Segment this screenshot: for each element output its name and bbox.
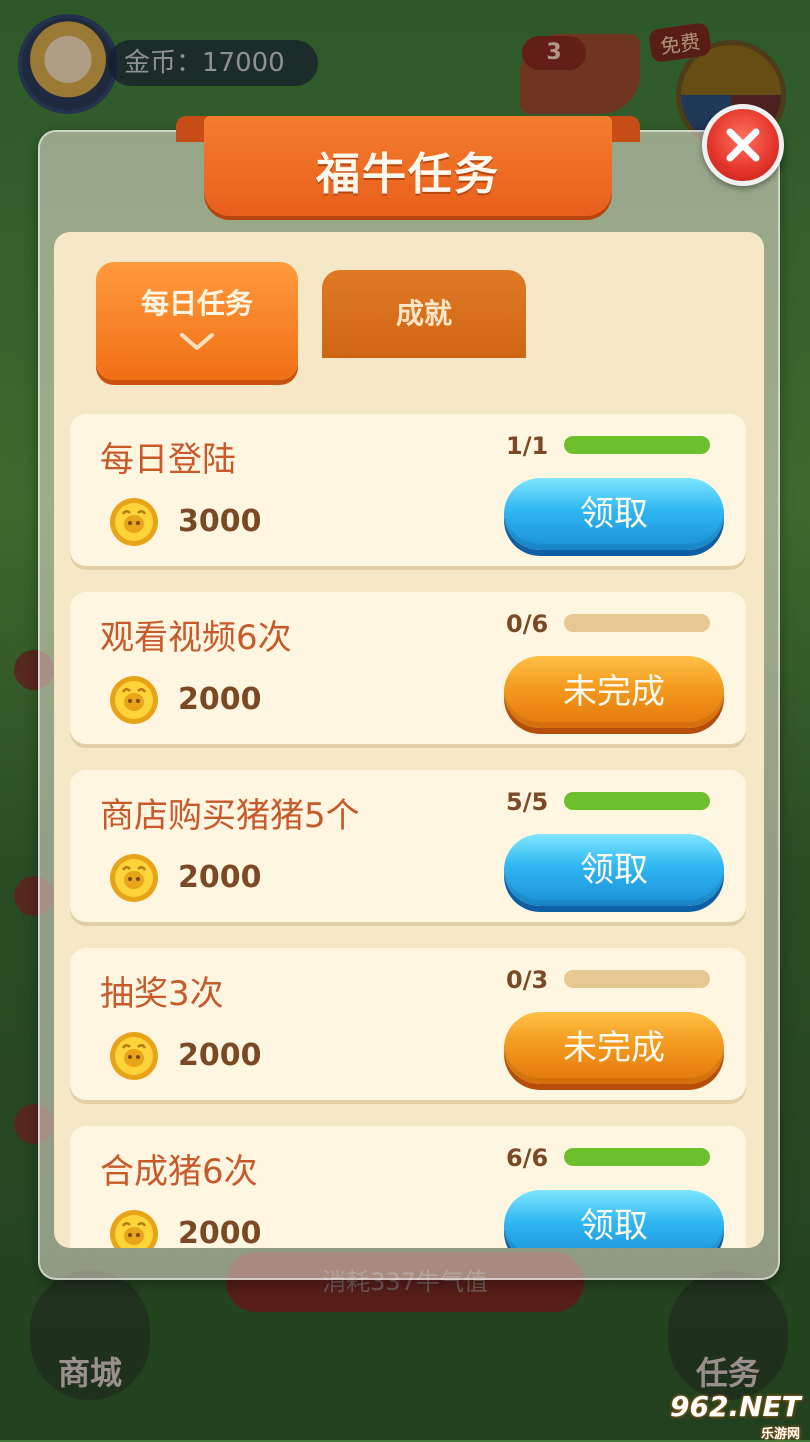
progress-fill	[564, 436, 710, 454]
progress-text: 1/1	[506, 432, 549, 460]
task-title: 抽奖3次	[100, 974, 224, 1014]
title-ribbon: 福牛任务	[176, 116, 640, 218]
task-title: 商店购买猪猪5个	[100, 796, 360, 836]
tab-daily-tasks[interactable]: 每日任务	[96, 262, 298, 380]
chevron-down-icon	[180, 333, 214, 350]
claim-button[interactable]: 领取	[504, 834, 724, 906]
claim-button[interactable]: 领取	[504, 478, 724, 550]
coin-icon	[110, 1210, 158, 1248]
watermark-main: 962.NET	[670, 1390, 801, 1423]
task-title: 合成猪6次	[100, 1152, 258, 1192]
list-item: 商店购买猪猪5个 2000 5/5 领取	[70, 770, 746, 922]
coin-icon	[110, 498, 158, 546]
watermark-logo: 962.NET 乐游网	[670, 1390, 806, 1442]
watermark-sub: 乐游网	[760, 1427, 800, 1442]
reward-amount: 2000	[178, 682, 262, 717]
progress-bar	[564, 436, 710, 454]
close-button[interactable]	[702, 104, 784, 186]
incomplete-button[interactable]: 未完成	[504, 656, 724, 728]
task-list: 每日登陆 3000 1/1 领取 观看视频6次 2000 0/6 未完成 商店购…	[70, 414, 746, 1248]
list-item: 合成猪6次 2000 6/6 领取	[70, 1126, 746, 1248]
list-item: 抽奖3次 2000 0/3 未完成	[70, 948, 746, 1100]
task-panel: 每日任务 成就 每日登陆 3000 1/1 领取 观看视频6次 2000 0/6…	[54, 232, 764, 1248]
claim-button[interactable]: 领取	[504, 1190, 724, 1248]
task-title: 每日登陆	[100, 440, 236, 480]
progress-fill	[564, 792, 710, 810]
coin-icon	[110, 854, 158, 902]
list-item: 每日登陆 3000 1/1 领取	[70, 414, 746, 566]
reward-amount: 3000	[178, 504, 262, 539]
progress-bar	[564, 792, 710, 810]
progress-fill	[564, 1148, 710, 1166]
progress-text: 6/6	[506, 1144, 549, 1172]
modal-title: 福牛任务	[316, 149, 500, 200]
tab-achievements[interactable]: 成就	[322, 270, 526, 358]
progress-bar	[564, 614, 710, 632]
progress-bar	[564, 970, 710, 988]
progress-text: 5/5	[506, 788, 549, 816]
tab-daily-label: 每日任务	[140, 287, 253, 320]
coin-icon	[110, 676, 158, 724]
list-item: 观看视频6次 2000 0/6 未完成	[70, 592, 746, 744]
reward-amount: 2000	[178, 1038, 262, 1073]
incomplete-button[interactable]: 未完成	[504, 1012, 724, 1084]
reward-amount: 2000	[178, 1216, 262, 1248]
coin-icon	[110, 1032, 158, 1080]
progress-bar	[564, 1148, 710, 1166]
close-icon	[726, 128, 760, 162]
tab-achievements-label: 成就	[395, 297, 452, 330]
task-title: 观看视频6次	[100, 618, 292, 658]
progress-text: 0/6	[506, 610, 549, 638]
reward-amount: 2000	[178, 860, 262, 895]
progress-text: 0/3	[506, 966, 549, 994]
